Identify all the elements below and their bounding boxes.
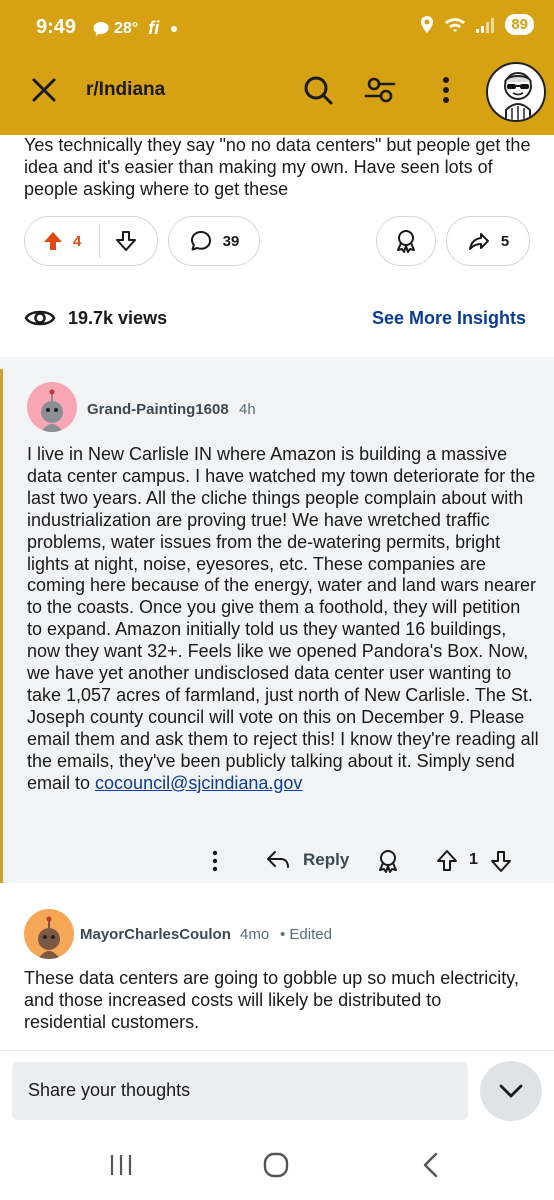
snoo-avatar-icon (504, 72, 532, 120)
reply-label: Reply (303, 850, 350, 869)
see-more-insights-link[interactable]: See More Insights (372, 308, 526, 329)
comment-edited: • Edited (280, 926, 332, 943)
award-button[interactable] (376, 216, 436, 266)
post-actions: 4 39 5 (0, 216, 554, 268)
comments-button[interactable]: 39 (168, 216, 260, 266)
comment-age: 4mo (240, 926, 270, 943)
comment-age: 4h (239, 401, 256, 418)
status-bar: 9:49 28° fi 89 (0, 0, 554, 58)
share-button[interactable]: 5 (446, 216, 530, 266)
reply-icon (267, 851, 289, 868)
composer-bar: Share your thoughts (0, 1050, 554, 1130)
status-carrier: fi (148, 18, 160, 38)
eye-icon (24, 310, 56, 326)
comment: MayorCharlesCoulon 4mo • Edited These da… (0, 896, 554, 1046)
status-temperature: 28° (114, 19, 139, 37)
battery-indicator: 89 (505, 14, 534, 35)
comment-avatar[interactable] (27, 382, 77, 432)
location-icon (421, 15, 434, 33)
signal-icon (476, 17, 495, 33)
comment-body: These data centers are going to gobble u… (24, 968, 519, 1032)
more-vertical-icon (443, 77, 449, 103)
home-icon[interactable] (262, 1152, 290, 1178)
share-count: 5 (500, 232, 510, 250)
comment-avatar[interactable] (24, 909, 74, 959)
close-button[interactable] (28, 74, 60, 106)
section-divider (0, 357, 554, 369)
user-avatar[interactable] (486, 62, 546, 122)
search-button[interactable] (300, 72, 336, 108)
status-right-icons: 89 (419, 14, 534, 35)
app-bar: r/Indiana (0, 58, 554, 128)
views-row: 19.7k views See More Insights (0, 296, 554, 340)
system-nav-bar (0, 1130, 554, 1200)
snoo-icon (38, 916, 60, 959)
status-left-icons: 28° fi (88, 18, 178, 39)
more-options-button[interactable] (428, 72, 464, 108)
comment-vote-count: 1 (469, 851, 478, 868)
award-icon (397, 230, 415, 253)
post-body: Yes technically they say "no no data cen… (24, 135, 531, 199)
back-icon[interactable] (420, 1152, 442, 1178)
wifi-icon (445, 17, 466, 32)
search-icon (304, 76, 333, 105)
filter-button[interactable] (362, 72, 398, 108)
chevron-down-icon (499, 1084, 523, 1098)
subreddit-title[interactable]: r/Indiana (86, 79, 165, 101)
email-link[interactable]: cocouncil@sjcindiana.gov (95, 773, 302, 793)
comment-count: 39 (222, 232, 240, 250)
filter-icon (364, 77, 396, 103)
more-vertical-icon[interactable] (203, 849, 227, 873)
comment-input[interactable]: Share your thoughts (12, 1062, 468, 1120)
recent-apps-icon[interactable] (108, 1152, 134, 1178)
comment-username[interactable]: Grand-Painting1608 (87, 401, 229, 418)
snoo-icon (41, 389, 63, 432)
comment-highlighted: Grand-Painting1608 4h I live in New Carl… (0, 369, 554, 883)
upvote-count: 4 (73, 232, 82, 250)
comment-icon (190, 231, 211, 251)
view-count: 19.7k views (68, 308, 168, 328)
collapse-button[interactable] (480, 1061, 542, 1121)
comment-text: I live in New Carlisle IN where Amazon i… (27, 444, 539, 793)
close-icon (32, 78, 56, 102)
chat-bubble-icon (93, 21, 109, 36)
comment-body: I live in New Carlisle IN where Amazon i… (27, 444, 539, 795)
downvote-icon[interactable] (114, 229, 138, 253)
vote-pill: 4 (24, 216, 158, 266)
downvote-icon[interactable] (489, 848, 513, 874)
reply-button[interactable]: Reply (265, 849, 349, 871)
award-icon[interactable] (375, 848, 401, 874)
status-time: 9:49 (36, 16, 77, 38)
status-dot (171, 25, 178, 32)
comment-actions: Reply 1 (3, 836, 554, 886)
comment-username[interactable]: MayorCharlesCoulon (80, 926, 231, 943)
share-icon (468, 233, 489, 250)
vote-divider (99, 224, 101, 258)
upvote-icon[interactable] (41, 229, 65, 253)
app-header: 9:49 28° fi 89 r/Indiana (0, 0, 554, 135)
upvote-icon[interactable] (435, 848, 459, 874)
